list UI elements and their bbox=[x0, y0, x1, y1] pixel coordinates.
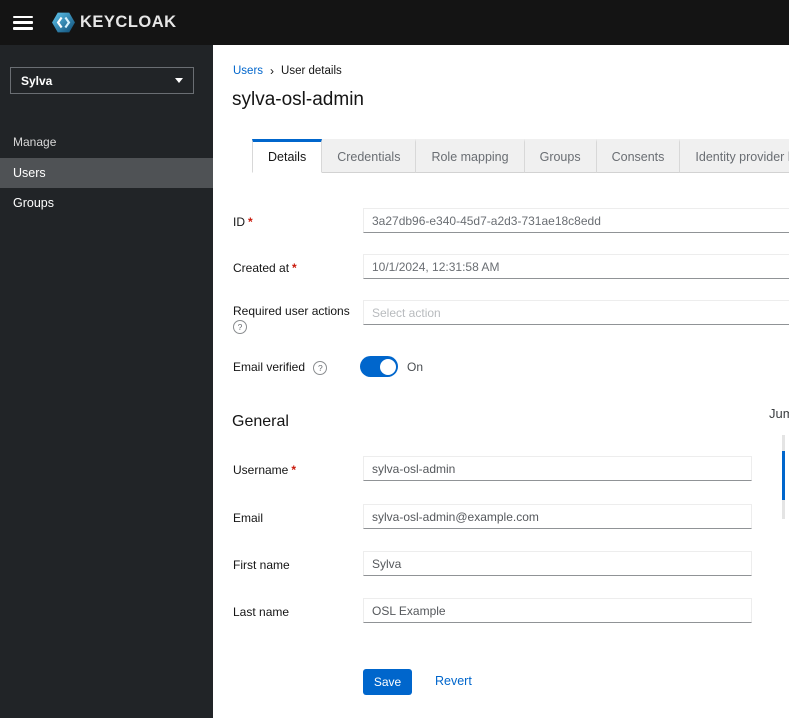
help-icon[interactable]: ? bbox=[233, 320, 247, 334]
created-at-input[interactable] bbox=[363, 254, 789, 279]
email-verified-switch[interactable] bbox=[360, 356, 398, 377]
sidebar: Sylva Manage Users Groups bbox=[0, 45, 213, 718]
email-verified-state: On bbox=[407, 360, 424, 374]
brand-text: KEYCLOAK bbox=[80, 13, 177, 31]
id-input[interactable] bbox=[363, 208, 789, 233]
keycloak-admin-console: KEYCLOAK Sylva Manage Users Groups Users… bbox=[0, 0, 789, 718]
keycloak-logo[interactable]: KEYCLOAK bbox=[51, 10, 177, 35]
tab-role-mapping[interactable]: Role mapping bbox=[416, 139, 525, 173]
required-user-actions-input[interactable] bbox=[363, 300, 789, 325]
tab-credentials[interactable]: Credentials bbox=[322, 139, 417, 173]
required-asterisk: * bbox=[291, 463, 297, 477]
last-name-label: Last name bbox=[233, 605, 290, 619]
help-icon[interactable]: ? bbox=[313, 360, 328, 375]
email-input[interactable] bbox=[363, 504, 752, 529]
sidebar-item-users[interactable]: Users bbox=[0, 158, 213, 188]
hamburger-menu-icon[interactable] bbox=[13, 15, 33, 30]
realm-selector[interactable]: Sylva bbox=[10, 67, 194, 94]
required-asterisk: * bbox=[248, 215, 253, 229]
sidebar-item-groups[interactable]: Groups bbox=[0, 188, 213, 218]
last-name-input[interactable] bbox=[363, 598, 752, 623]
required-asterisk: * bbox=[292, 261, 297, 275]
required-user-actions-label: Required user actions bbox=[233, 304, 350, 318]
jump-nav-indicator bbox=[782, 451, 785, 500]
nav-section-manage: Manage bbox=[13, 135, 57, 149]
breadcrumb-users-link[interactable]: Users bbox=[233, 65, 263, 77]
tab-consents[interactable]: Consents bbox=[596, 139, 681, 173]
breadcrumb-current: User details bbox=[281, 65, 342, 77]
id-label: ID * bbox=[233, 215, 253, 229]
tab-identity-provider-links[interactable]: Identity provider links bbox=[680, 139, 789, 173]
general-section-heading: General bbox=[232, 413, 289, 430]
page-title: sylva-osl-admin bbox=[232, 89, 364, 110]
chevron-right-icon: › bbox=[270, 64, 275, 78]
keycloak-logo-icon bbox=[51, 10, 76, 35]
first-name-input[interactable] bbox=[363, 551, 752, 576]
jump-to-section-link[interactable]: Jump to section bbox=[769, 406, 789, 421]
tab-details[interactable]: Details bbox=[252, 139, 323, 173]
breadcrumb: Users › User details bbox=[233, 65, 342, 77]
revert-button[interactable]: Revert bbox=[435, 674, 472, 688]
tab-groups[interactable]: Groups bbox=[524, 139, 597, 173]
username-label: Username * bbox=[233, 463, 297, 477]
email-label: Email bbox=[233, 511, 264, 525]
main-content: Users › User details sylva-osl-admin Det… bbox=[213, 45, 789, 718]
save-button[interactable]: Save bbox=[363, 669, 412, 695]
realm-name: Sylva bbox=[21, 73, 53, 88]
caret-down-icon bbox=[175, 78, 183, 83]
created-at-label: Created at * bbox=[233, 261, 297, 275]
tab-bar: Details Credentials Role mapping Groups … bbox=[252, 139, 789, 173]
first-name-label: First name bbox=[233, 558, 290, 572]
masthead: KEYCLOAK bbox=[0, 0, 789, 45]
switch-knob bbox=[379, 358, 396, 375]
username-input[interactable] bbox=[363, 456, 752, 481]
email-verified-label: Email verified ? bbox=[233, 360, 328, 375]
